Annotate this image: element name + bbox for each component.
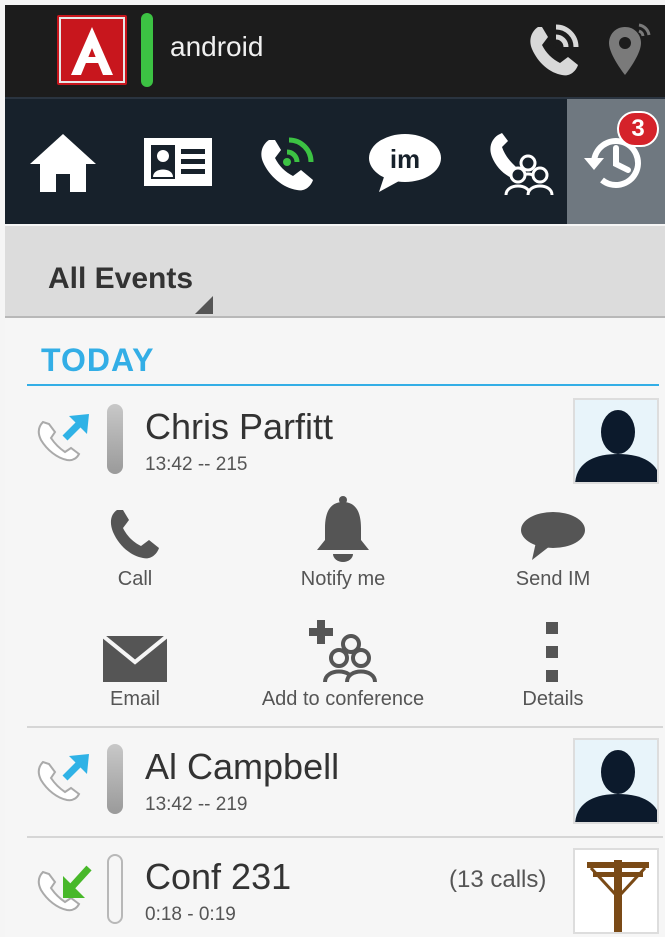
nav-home[interactable] [13, 99, 113, 224]
username: android [170, 31, 264, 62]
conference-pole-icon [575, 850, 657, 932]
phone-icon [261, 137, 314, 190]
notify-me-action[interactable]: Notify me [253, 496, 433, 591]
avatar-silhouette-icon [575, 740, 657, 822]
call-action-label: Call [117, 568, 153, 590]
section-title: TODAY [41, 342, 155, 378]
filter-bar[interactable]: All Events [5, 226, 665, 318]
location-icon [609, 23, 651, 75]
presence-status-bar [107, 854, 123, 924]
email-label: Email [109, 688, 160, 710]
list-divider [27, 836, 663, 838]
outgoing-call-icon [37, 414, 89, 462]
contact-name: Chris Parfitt [145, 406, 334, 447]
notification-badge: 3 [617, 111, 659, 147]
avatar[interactable] [573, 738, 659, 824]
more-vertical-icon [546, 622, 558, 682]
presence-status-bar [107, 404, 123, 474]
list-divider [27, 726, 663, 728]
event-item[interactable]: Al Campbell 13:42 -- 219 [5, 738, 665, 838]
conference-icon [490, 132, 554, 195]
outgoing-call-icon [37, 754, 89, 802]
app-logo[interactable] [57, 15, 127, 85]
nav-contacts[interactable] [123, 99, 233, 224]
event-list: TODAY Chris Parfitt 13:42 -- 215 Call No… [5, 318, 665, 937]
call-details: 13:42 -- 219 [145, 794, 248, 815]
call-status-icon[interactable] [522, 17, 586, 81]
presence-status-bar [107, 744, 123, 814]
avatar-silhouette-icon [575, 400, 657, 482]
im-icon: im [369, 133, 441, 192]
avatar[interactable] [573, 848, 659, 934]
presence-indicator [141, 13, 153, 87]
add-to-conference-label: Add to conference [261, 688, 425, 710]
call-details: 0:18 - 0:19 [145, 904, 236, 925]
main-nav: im [5, 97, 665, 224]
dropdown-indicator-icon [195, 296, 213, 314]
call-details: 13:42 -- 215 [145, 454, 248, 475]
nav-phone[interactable] [239, 99, 339, 224]
nav-conference[interactable] [471, 99, 571, 224]
contact-card-icon [144, 137, 212, 186]
incoming-call-icon [37, 865, 92, 912]
notify-me-label: Notify me [300, 568, 386, 590]
event-item[interactable]: Conf 231 (13 calls) 0:18 - 0:19 [5, 848, 665, 937]
home-icon [30, 133, 96, 192]
add-conference-icon [309, 620, 377, 682]
call-count: (13 calls) [449, 866, 547, 893]
call-action[interactable]: Call [45, 498, 225, 591]
event-item[interactable]: Chris Parfitt 13:42 -- 215 Call Notify m… [5, 396, 665, 726]
details-action[interactable]: Details [463, 618, 643, 711]
send-im-label: Send IM [515, 568, 591, 590]
section-divider [27, 384, 659, 386]
nav-im[interactable]: im [355, 99, 455, 224]
bell-icon [317, 496, 369, 562]
contact-name: Conf 231 [145, 856, 292, 897]
email-action[interactable]: Email [45, 618, 225, 711]
contact-name: Al Campbell [145, 746, 340, 787]
details-label: Details [522, 688, 584, 710]
send-im-action[interactable]: Send IM [463, 498, 643, 591]
add-to-conference-action[interactable]: Add to conference [253, 618, 433, 711]
status-bar: android [5, 5, 665, 97]
avatar[interactable] [573, 398, 659, 484]
speech-bubble-icon [521, 512, 585, 560]
phone-handset-icon [110, 510, 159, 559]
app-logo-icon [59, 17, 125, 83]
svg-text:im: im [390, 144, 420, 174]
filter-dropdown-label[interactable]: All Events [48, 262, 193, 296]
envelope-icon [103, 634, 167, 682]
